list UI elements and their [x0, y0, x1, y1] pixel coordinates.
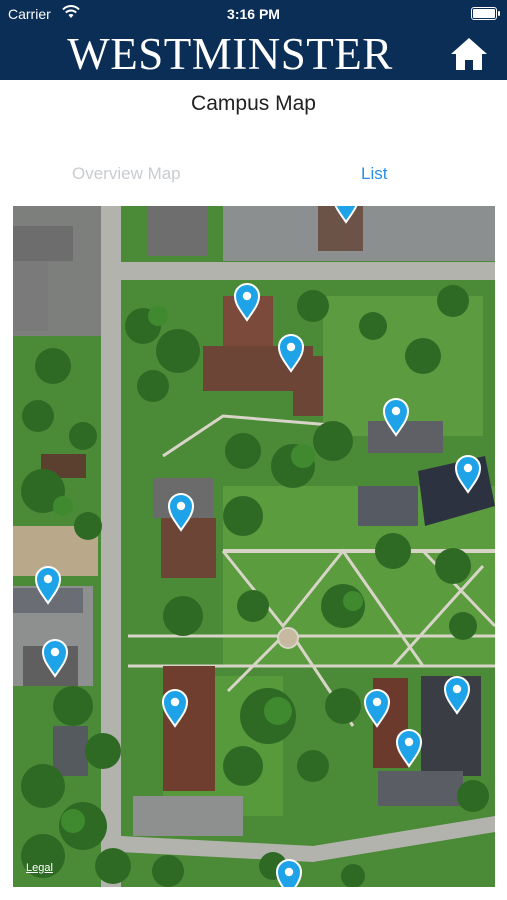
page-title: Campus Map — [191, 92, 316, 115]
map-pin[interactable] — [276, 859, 302, 887]
map-pins-layer — [35, 206, 481, 887]
legal-link[interactable]: Legal — [26, 862, 53, 874]
segmented-tabs: Overview Map List — [0, 160, 507, 190]
map-pin[interactable] — [35, 566, 61, 604]
map-pin[interactable] — [168, 493, 194, 531]
status-bar: Carrier 3:16 PM — [0, 0, 507, 28]
campus-map[interactable] — [13, 206, 495, 887]
map-pin[interactable] — [444, 676, 470, 714]
map-pin[interactable] — [278, 334, 304, 372]
map-pin[interactable] — [162, 689, 188, 727]
map-pin[interactable] — [396, 729, 422, 767]
tab-overview-map[interactable]: Overview Map — [72, 164, 181, 184]
map-pin[interactable] — [364, 689, 390, 727]
brand-title: WESTMINSTER — [67, 29, 393, 79]
home-button[interactable] — [449, 36, 489, 72]
home-icon — [451, 38, 487, 70]
map-pin[interactable] — [455, 455, 481, 493]
status-time: 3:16 PM — [227, 6, 280, 22]
map-pin[interactable] — [234, 283, 260, 321]
brand-header: WESTMINSTER — [0, 28, 507, 80]
battery-icon — [471, 7, 500, 20]
tab-list[interactable]: List — [361, 164, 387, 184]
map-pin[interactable] — [383, 398, 409, 436]
map-pin[interactable] — [333, 206, 359, 223]
map-pin[interactable] — [42, 639, 68, 677]
